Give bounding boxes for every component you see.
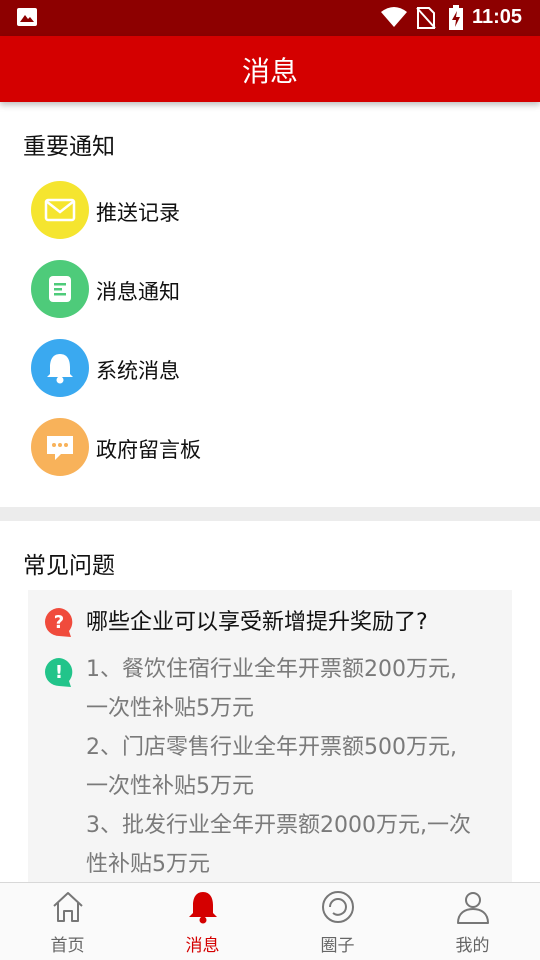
tab-circle[interactable]: 圈子: [270, 883, 405, 960]
page-title: 消息: [241, 55, 298, 88]
svg-text:!: !: [55, 662, 63, 683]
tab-label: 首页: [50, 936, 85, 956]
notice-item-system-messages[interactable]: 系统消息: [31, 339, 491, 399]
image-notification-icon: [17, 8, 37, 26]
notices-section-title: 重要通知: [23, 134, 115, 160]
circle-icon: [321, 891, 354, 923]
bottom-nav: 首页 消息 圈子 我的: [0, 882, 540, 960]
svg-text:?: ?: [54, 612, 64, 633]
no-sim-icon: [416, 7, 436, 29]
tab-label: 我的: [455, 936, 490, 956]
faq-answer-line: 1、餐饮住宿行业全年开票额200万元,: [86, 657, 457, 682]
battery-charging-icon: [449, 5, 463, 30]
tab-home[interactable]: 首页: [0, 883, 135, 960]
mail-icon: [31, 181, 89, 239]
bell-icon: [31, 339, 89, 397]
tab-messages[interactable]: 消息: [135, 883, 270, 960]
faq-answer-line: 3、批发行业全年开票额2000万元,一次: [86, 813, 471, 838]
home-icon: [52, 892, 83, 922]
wifi-icon: [381, 7, 407, 27]
faq-answer-line: 2、门店零售行业全年开票额500万元,: [86, 735, 457, 760]
tab-label: 圈子: [320, 936, 355, 956]
tab-profile[interactable]: 我的: [405, 883, 540, 960]
bell-icon: [188, 892, 217, 924]
tab-label: 消息: [185, 936, 220, 956]
document-icon: [31, 260, 89, 318]
notice-item-label: 政府留言板: [96, 438, 201, 462]
status-time: 11:05: [472, 6, 523, 28]
section-divider: [0, 507, 540, 521]
faq-answer-line: 一次性补贴5万元: [86, 774, 254, 799]
question-icon: ?: [45, 608, 73, 637]
notice-item-label: 消息通知: [96, 280, 180, 304]
app-bar: 消息: [0, 36, 540, 102]
notice-item-label: 推送记录: [96, 201, 180, 225]
notice-item-message-notifications[interactable]: 消息通知: [31, 260, 491, 320]
notice-item-label: 系统消息: [96, 359, 180, 383]
faq-card[interactable]: ? 哪些企业可以享受新增提升奖励了? ! 1、餐饮住宿行业全年开票额200万元,…: [28, 590, 512, 890]
faq-answer-line: 性补贴5万元: [86, 852, 210, 877]
notice-item-push-records[interactable]: 推送记录: [31, 181, 491, 241]
user-icon: [456, 892, 489, 924]
status-bar: 11:05: [0, 0, 540, 36]
notice-item-government-board[interactable]: 政府留言板: [31, 418, 491, 478]
faq-section-title: 常见问题: [23, 553, 115, 579]
faq-question: 哪些企业可以享受新增提升奖励了?: [86, 610, 428, 635]
chat-icon: [31, 418, 89, 476]
exclamation-icon: !: [45, 658, 73, 687]
faq-answer-line: 一次性补贴5万元: [86, 696, 254, 721]
faq-answer: 1、餐饮住宿行业全年开票额200万元, 一次性补贴5万元 2、门店零售行业全年开…: [86, 650, 501, 884]
